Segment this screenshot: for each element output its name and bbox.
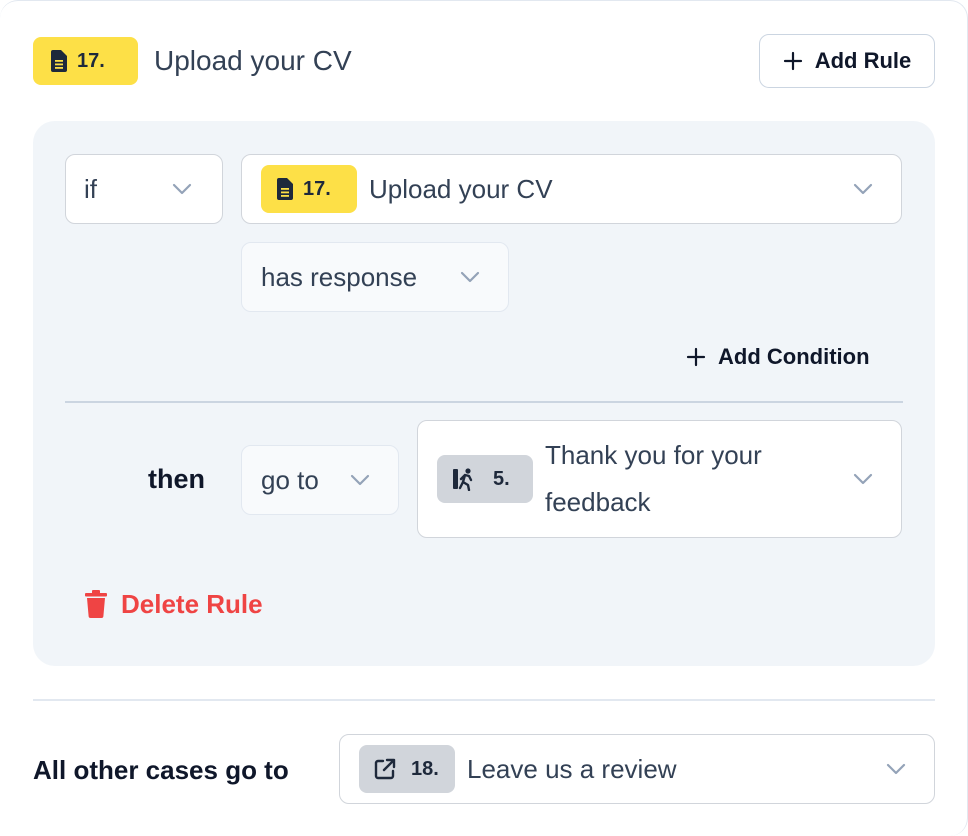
question-badge: 17. [33, 37, 138, 85]
question-select[interactable]: 17. Upload your CV [241, 154, 902, 224]
footer-divider [33, 699, 935, 701]
fallback-target-select[interactable]: 18. Leave us a review [339, 734, 935, 804]
chevron-down-icon [460, 271, 480, 283]
plus-icon [686, 347, 706, 367]
question-select-badge-number: 17. [303, 177, 331, 200]
target-select-badge-number: 5. [493, 467, 510, 490]
action-select-value: go to [261, 464, 319, 495]
add-rule-button[interactable]: Add Rule [759, 34, 935, 88]
if-select-value: if [84, 173, 97, 204]
chevron-down-icon [350, 474, 370, 486]
question-badge-number: 17. [77, 49, 105, 72]
logic-card: 17. Upload your CV Add Rule if 17. Uploa… [0, 0, 968, 836]
action-select[interactable]: go to [241, 445, 399, 515]
fallback-label: All other cases go to [33, 755, 289, 785]
question-select-badge: 17. [261, 165, 357, 213]
document-icon [277, 178, 293, 200]
if-select[interactable]: if [65, 154, 223, 224]
document-icon [51, 50, 67, 72]
chevron-down-icon [853, 473, 873, 485]
add-condition-button[interactable]: Add Condition [686, 341, 870, 373]
delete-rule-button[interactable]: Delete Rule [85, 587, 263, 621]
add-condition-label: Add Condition [718, 344, 870, 369]
add-rule-label: Add Rule [814, 48, 912, 73]
rule-divider [65, 401, 903, 403]
then-label: then [148, 464, 205, 494]
trash-icon [85, 590, 107, 618]
chevron-down-icon [886, 763, 906, 775]
target-select-badge: 5. [437, 455, 533, 503]
delete-rule-label: Delete Rule [121, 588, 263, 619]
condition-select[interactable]: has response [241, 242, 509, 312]
fallback-target-value: Leave us a review [467, 753, 677, 784]
question-select-value: Upload your CV [369, 173, 553, 204]
target-select-value: Thank you for your feedback [545, 440, 762, 517]
external-link-icon [374, 758, 396, 780]
fallback-target-badge: 18. [359, 745, 455, 793]
fallback-target-badge-number: 18. [411, 757, 439, 780]
chevron-down-icon [172, 183, 192, 195]
plus-icon [783, 51, 802, 71]
condition-select-value: has response [261, 261, 418, 292]
target-select[interactable]: 5. Thank you for your feedback [417, 420, 902, 538]
question-title: Upload your CV [154, 45, 352, 76]
person-running-icon [453, 468, 473, 491]
chevron-down-icon [853, 183, 873, 195]
